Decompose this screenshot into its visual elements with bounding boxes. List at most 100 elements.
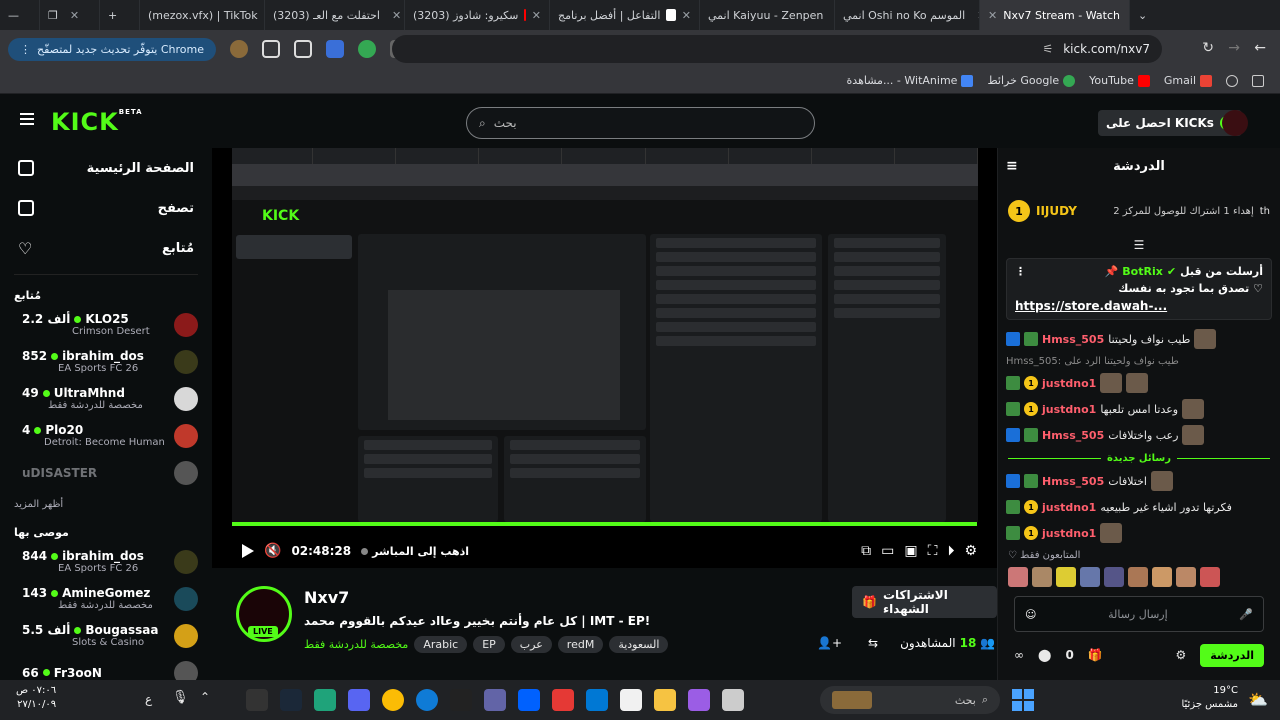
chat-message[interactable]: 1 justdno1 وعدتا امس تلعبها	[998, 396, 1280, 422]
tab-kick-active[interactable]: ✕ Nxv7 Stream - Watch	[980, 0, 1130, 30]
extensions-icon[interactable]	[293, 40, 312, 58]
following-item-ultramhnd[interactable]: 49 UltraMhnd مخصصة للدردشة فقط	[0, 380, 212, 417]
following-item-plo20[interactable]: 4 Plo20 Detroit: Become Human	[0, 417, 212, 454]
chat-message[interactable]: Hmss_505 رعب واختلافات	[998, 422, 1280, 448]
emoji-icon[interactable]: ☺	[1025, 608, 1036, 621]
follow-user-icon[interactable]: 👤+	[817, 636, 842, 650]
points-icon[interactable]: ⬤	[1038, 648, 1051, 662]
more-icon[interactable]: ⋮	[1015, 265, 1026, 278]
taskbar-clock[interactable]: ٠٧:٠٦ ص ٢٧/١٠/٠٩	[16, 684, 56, 712]
pip-icon[interactable]: ⧉	[861, 543, 871, 559]
tab-anime-2[interactable]: انمي Oshi no Ko الموسم ✕	[835, 0, 980, 30]
chat-reply[interactable]: Hmss_505: طيب نواف ولحيتنا الرد على	[998, 352, 1280, 370]
tune-icon[interactable]: ⚟	[1042, 42, 1053, 56]
play-icon[interactable]	[242, 544, 254, 558]
recommended-item-ibrahim[interactable]: 844 ibrahim_dos EA Sports FC 26	[0, 543, 212, 580]
bookmark-maps[interactable]: خرائط Google	[987, 74, 1076, 87]
app-icon[interactable]	[314, 689, 336, 711]
bookmark-gmail[interactable]: Gmail	[1164, 74, 1212, 87]
pin-icon[interactable]: 📌	[1105, 265, 1119, 278]
language-indicator[interactable]: ع	[145, 692, 152, 706]
tab-strip-controls[interactable]: —	[0, 0, 40, 30]
close-tab-icon[interactable]: ✕	[532, 9, 541, 22]
speed-icon[interactable]: ⏵	[947, 543, 954, 559]
close-tab-icon[interactable]: ✕	[392, 9, 401, 22]
nav-browse[interactable]: تصفح	[0, 188, 212, 228]
recommended-item-bougassaa[interactable]: 5.5 ألف Bougassaa Slots & Casino	[0, 617, 212, 654]
tab-tiktok[interactable]: (mezox.vfx) | TikTok ✕	[140, 0, 265, 30]
forward-icon[interactable]: →	[1228, 40, 1240, 56]
channel-name[interactable]: Nxv7	[304, 588, 349, 607]
nav-following[interactable]: ♡ مُتابع	[0, 228, 212, 268]
tab-youtube-1[interactable]: (3203) احتفلت مع العـ ✕	[265, 0, 405, 30]
nav-home[interactable]: الصفحة الرئيسية	[0, 148, 212, 188]
tab-anime-1[interactable]: انمي Kaiyuu - Zenpen ✕	[700, 0, 835, 30]
bookmark-youtube[interactable]: YouTube	[1089, 74, 1150, 87]
profile-avatar[interactable]	[229, 40, 248, 58]
video-player[interactable]: KICK 🔇 02:48:28 اذهب إلى المباشر ⧉ ▭ ▣ ⛶…	[212, 148, 997, 568]
progress-bar[interactable]	[232, 522, 977, 526]
bookmark-globe[interactable]	[1226, 74, 1238, 87]
new-tab-button[interactable]: +	[100, 0, 140, 30]
chat-message[interactable]: Hmss_505 طيب نواف ولحيتنا	[998, 326, 1280, 352]
following-item-udisaster[interactable]: uDISASTER	[0, 454, 212, 491]
reload-icon[interactable]: ↻	[1202, 40, 1214, 56]
extension-badge-icon[interactable]	[357, 40, 376, 58]
tag[interactable]: السعودية	[609, 636, 669, 653]
menu-icon[interactable]	[20, 113, 34, 125]
tag[interactable]: Arabic	[414, 636, 468, 653]
search-input[interactable]: ⌕ بحث	[466, 107, 815, 139]
epic-games-icon[interactable]	[450, 689, 472, 711]
chat-message[interactable]: Hmss_505 اختلافات	[998, 468, 1280, 494]
tab-youtube-2[interactable]: (3203) سكيرو: شادوز ✕	[405, 0, 550, 30]
back-icon[interactable]: ←	[1254, 40, 1266, 56]
app-icon[interactable]	[552, 689, 574, 711]
close-window-icon[interactable]: ✕	[70, 9, 79, 22]
window-restore[interactable]: ❐ ✕	[40, 0, 100, 30]
pinned-message[interactable]: ⋮ 📌 BotRix ✔ أرسلت من قبل تصدق بما تجود …	[1006, 258, 1272, 320]
update-chrome-button[interactable]: ⋮ يتوفّر تحديث جديد لمتصفّح Chrome	[8, 37, 216, 61]
kick-logo[interactable]: KICKBETA	[51, 108, 143, 136]
user-avatar[interactable]	[1222, 110, 1248, 136]
taskbar-search[interactable]: بحث ⌕	[820, 686, 1000, 714]
go-live-button[interactable]: اذهب إلى المباشر	[361, 545, 469, 558]
get-kicks-button[interactable]: احصل على KICKs	[1098, 110, 1242, 136]
chevron-down-icon[interactable]: ⌄	[1138, 9, 1147, 22]
theater-icon[interactable]: ▭	[881, 543, 894, 559]
fullscreen-icon[interactable]: ⛶	[928, 543, 938, 559]
mute-icon[interactable]: 🔇	[264, 543, 281, 559]
infinity-icon[interactable]: ∞	[1014, 648, 1024, 662]
file-explorer-icon[interactable]	[654, 689, 676, 711]
category-link[interactable]: مخصصة للدردشة فقط	[304, 638, 408, 651]
outlook-icon[interactable]	[586, 689, 608, 711]
share-icon[interactable]: ⇆	[868, 636, 878, 650]
close-tab-icon[interactable]: ✕	[988, 9, 997, 22]
following-item-ibrahim[interactable]: 852 ibrahim_dos EA Sports FC 26	[0, 343, 212, 380]
gift-subs-button[interactable]: 🎁 الاشتراكات الشهداء	[852, 586, 997, 618]
gift-icon[interactable]: 🎁	[1088, 648, 1103, 662]
tag[interactable]: EP	[473, 636, 505, 653]
collapse-chat-icon[interactable]: ≡	[1006, 158, 1018, 174]
start-button[interactable]	[1012, 689, 1034, 711]
plus-icon[interactable]: +	[108, 9, 117, 22]
microphone-icon[interactable]: 🎙	[172, 690, 189, 705]
tag[interactable]: redM	[557, 636, 604, 653]
settings-icon[interactable]: ⚙	[964, 543, 977, 559]
extension-icon[interactable]	[325, 40, 344, 58]
copilot-icon[interactable]	[688, 689, 710, 711]
show-more-link[interactable]: أظهر المزيد	[0, 491, 212, 518]
discord-icon[interactable]	[348, 689, 370, 711]
chat-message-input[interactable]: ☺ إرسال رسالة 🎤	[1014, 596, 1264, 632]
teams-icon[interactable]	[484, 689, 506, 711]
restore-icon[interactable]: ❐	[48, 9, 58, 22]
chat-message[interactable]: 1 justdno1 فكرتها تدور اشياء غير طبيعيه	[998, 494, 1280, 520]
reading-list-icon[interactable]	[261, 40, 280, 58]
edge-icon[interactable]	[416, 689, 438, 711]
clip-icon[interactable]: ▣	[904, 543, 917, 559]
minimize-icon[interactable]: —	[8, 9, 19, 22]
app-icon[interactable]	[722, 689, 744, 711]
chrome-icon[interactable]	[382, 689, 404, 711]
store-icon[interactable]	[620, 689, 642, 711]
chat-message[interactable]: 1 justdno1	[998, 370, 1280, 396]
steam-icon[interactable]	[280, 689, 302, 711]
